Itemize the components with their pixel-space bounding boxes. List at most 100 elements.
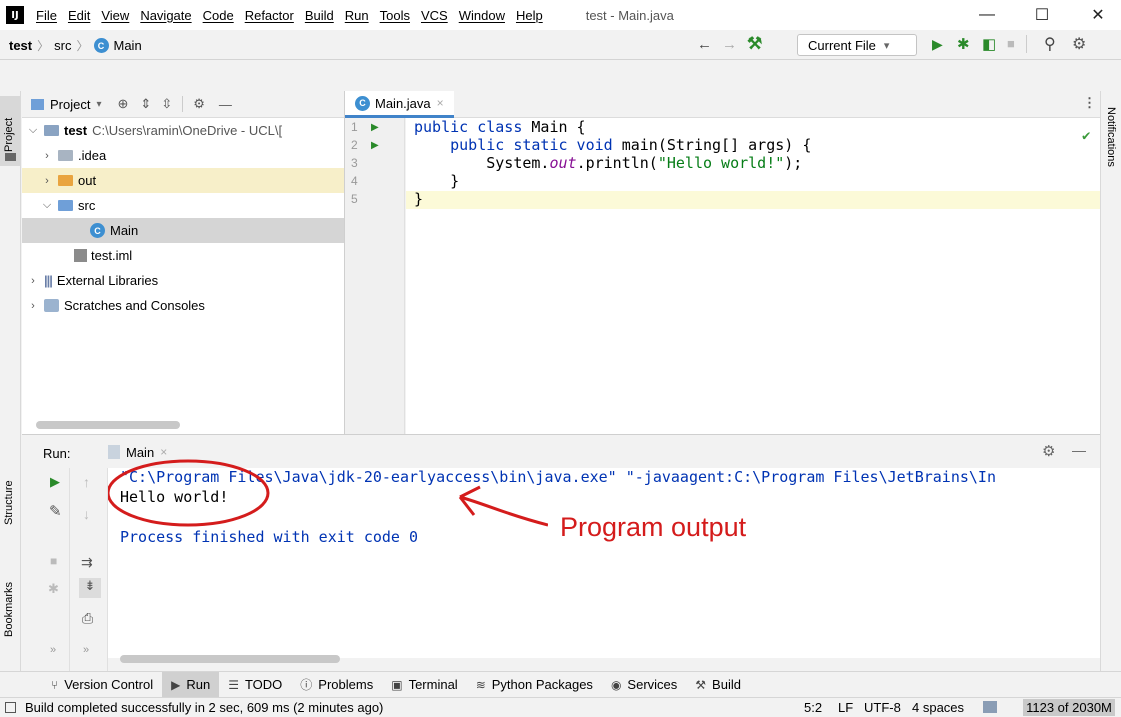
tree-item-main[interactable]: C Main (22, 218, 344, 243)
navigation-bar: test 〉 src 〉 C Main ← → ⚒ Current File ▾… (0, 30, 1121, 60)
run-gutter-icon[interactable]: ▶ (371, 140, 379, 151)
menu-view[interactable]: View (101, 8, 129, 23)
minimize-button[interactable]: — (964, 0, 1010, 30)
inspection-ok-checkmark-icon[interactable]: ✔ (1082, 128, 1090, 144)
more-options-icon[interactable]: ⋮ (1083, 95, 1096, 111)
menu-file[interactable]: File (36, 8, 57, 23)
breadcrumb-project[interactable]: test (9, 38, 32, 53)
settings-gear-icon[interactable]: ⚙ (1042, 442, 1055, 460)
run-gutter-icon[interactable]: ▶ (371, 122, 379, 133)
scroll-down-arrow-icon[interactable]: ↓ (83, 506, 90, 522)
run-configuration-dropdown[interactable]: Current File ▾ (797, 34, 917, 56)
debug-bug-icon[interactable]: ✱ (957, 35, 970, 53)
tree-item-label: External Libraries (56, 273, 159, 288)
horizontal-scrollbar[interactable] (36, 421, 180, 429)
tree-item-root[interactable]: ⌵ test C:\Users\ramin\OneDrive - UCL\[ (22, 118, 344, 143)
chevron-right-icon[interactable]: › (42, 175, 52, 187)
breadcrumb-src[interactable]: src (54, 38, 71, 53)
project-panel-title[interactable]: Project (50, 97, 90, 112)
tree-item-iml[interactable]: test.iml (22, 243, 344, 268)
lock-icon[interactable] (983, 701, 997, 713)
caret-position[interactable]: 5:2 (804, 700, 822, 715)
console-horizontal-scrollbar[interactable] (120, 655, 340, 663)
tree-item-out[interactable]: › out (22, 168, 344, 193)
tree-item-src[interactable]: ⌵ src (22, 193, 344, 218)
breadcrumb-main[interactable]: Main (114, 38, 142, 53)
breadcrumb-separator-icon: 〉 (76, 39, 89, 53)
coverage-icon[interactable]: ◧ (982, 35, 996, 53)
tree-item-label: out (78, 173, 97, 188)
menu-window[interactable]: Window (459, 8, 505, 23)
status-message[interactable]: Build completed successfully in 2 sec, 6… (25, 700, 383, 715)
debug-bug-icon[interactable]: ✱ (48, 581, 59, 597)
menu-code[interactable]: Code (203, 8, 234, 23)
rerun-icon[interactable]: ▶ (50, 474, 60, 490)
chevron-down-icon[interactable]: ▾ (96, 99, 101, 110)
tree-item-label: .idea (78, 148, 107, 163)
scroll-up-arrow-icon[interactable]: ↑ (83, 474, 90, 490)
soft-wrap-icon[interactable]: ⇉ (81, 554, 93, 571)
tool-terminal[interactable]: ▣ Terminal (382, 672, 466, 698)
print-icon[interactable]: ⎙ (82, 610, 93, 627)
tab-main-java[interactable]: C Main.java × (345, 91, 454, 118)
line-separator[interactable]: LF (838, 700, 853, 715)
bookmarks-tool-button[interactable]: Bookmarks (0, 561, 20, 651)
tool-version-control[interactable]: ⑂ Version Control (42, 672, 162, 698)
hide-panel-icon[interactable]: — (1072, 442, 1086, 458)
tool-problems[interactable]: ⓘ Problems (291, 672, 382, 698)
search-icon[interactable]: ⚲ (1044, 34, 1056, 54)
stop-icon[interactable]: ■ (1007, 36, 1015, 51)
scratches-icon (44, 299, 59, 312)
collapse-all-icon[interactable]: ⇳ (161, 96, 172, 112)
run-icon[interactable]: ▶ (932, 36, 943, 53)
file-encoding[interactable]: UTF-8 (864, 700, 901, 715)
menu-run[interactable]: Run (345, 8, 369, 23)
chevron-right-icon[interactable]: › (28, 300, 38, 312)
chevron-down-icon[interactable]: ⌵ (28, 124, 38, 137)
tree-item-external-libraries[interactable]: › ||| External Libraries (22, 268, 344, 293)
menu-vcs[interactable]: VCS (421, 8, 448, 23)
chevron-down-icon[interactable]: ⌵ (42, 199, 52, 212)
more-chevron-icon[interactable]: » (50, 644, 56, 656)
maximize-button[interactable]: ☐ (1019, 0, 1065, 30)
run-icon: ▶ (171, 677, 181, 692)
indent-setting[interactable]: 4 spaces (912, 700, 964, 715)
tool-services[interactable]: ◉ Services (602, 672, 686, 698)
tool-build[interactable]: ⚒ Build (686, 672, 750, 698)
more-chevron-icon[interactable]: » (83, 644, 89, 656)
locate-target-icon[interactable]: ⊕ (118, 96, 129, 112)
menu-refactor[interactable]: Refactor (245, 8, 294, 23)
build-hammer-icon[interactable]: ⚒ (747, 34, 762, 54)
tool-python-packages[interactable]: ≋ Python Packages (467, 672, 602, 698)
close-button[interactable]: ✕ (1075, 0, 1121, 30)
tree-item-idea[interactable]: › .idea (22, 143, 344, 168)
edit-config-wrench-icon[interactable]: ✎ (49, 502, 62, 520)
chevron-right-icon[interactable]: › (28, 275, 38, 287)
project-tool-button[interactable]: Project (0, 96, 20, 166)
settings-gear-icon[interactable]: ⚙ (1072, 34, 1086, 54)
hide-panel-icon[interactable]: — (219, 97, 232, 112)
menu-tools[interactable]: Tools (380, 8, 410, 23)
back-arrow-icon[interactable]: ← (697, 36, 712, 53)
structure-tool-button[interactable]: Structure (0, 451, 20, 551)
settings-gear-icon[interactable]: ⚙ (193, 96, 205, 112)
tree-item-scratches[interactable]: › Scratches and Consoles (22, 293, 344, 318)
memory-indicator[interactable]: 1123 of 2030M (1023, 699, 1115, 716)
code-editor[interactable]: public class Main { public static void m… (406, 118, 1100, 434)
tool-windows-toggle-icon[interactable] (5, 702, 16, 713)
chevron-right-icon[interactable]: › (42, 150, 52, 162)
toolbar-spacer (0, 60, 1121, 91)
menu-edit[interactable]: Edit (68, 8, 90, 23)
notifications-tool-button[interactable]: Notifications (1101, 97, 1121, 197)
stop-icon[interactable]: ■ (50, 554, 57, 568)
tool-run[interactable]: ▶ Run (162, 671, 220, 698)
menu-navigate[interactable]: Navigate (140, 8, 191, 23)
forward-arrow-icon[interactable]: → (722, 36, 737, 53)
project-side-label: Project (3, 117, 15, 152)
expand-all-icon[interactable]: ⇕ (140, 96, 151, 112)
menu-build[interactable]: Build (305, 8, 334, 23)
tool-todo[interactable]: ☰ TODO (219, 672, 291, 698)
menu-help[interactable]: Help (516, 8, 543, 23)
close-tab-icon[interactable]: × (437, 96, 444, 110)
scroll-to-end-icon[interactable]: ⇟ (79, 578, 101, 598)
